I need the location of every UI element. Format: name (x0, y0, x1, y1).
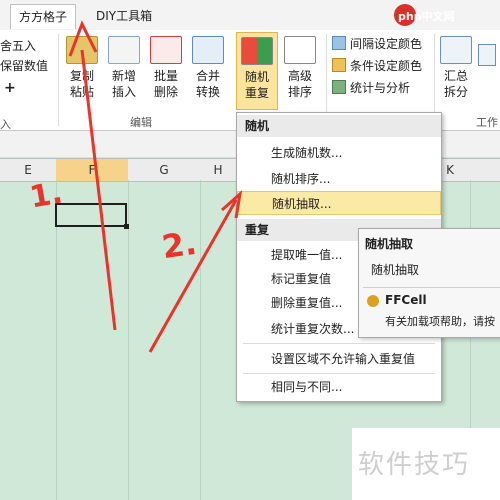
arrow-to-tab (80, 49, 117, 331)
watermark-bottom: 软件技巧 (358, 450, 471, 480)
annotation-step-two: 2. (159, 223, 199, 267)
annotation-arrows (68, 20, 243, 353)
annotation-step-one: 1. (27, 175, 66, 216)
